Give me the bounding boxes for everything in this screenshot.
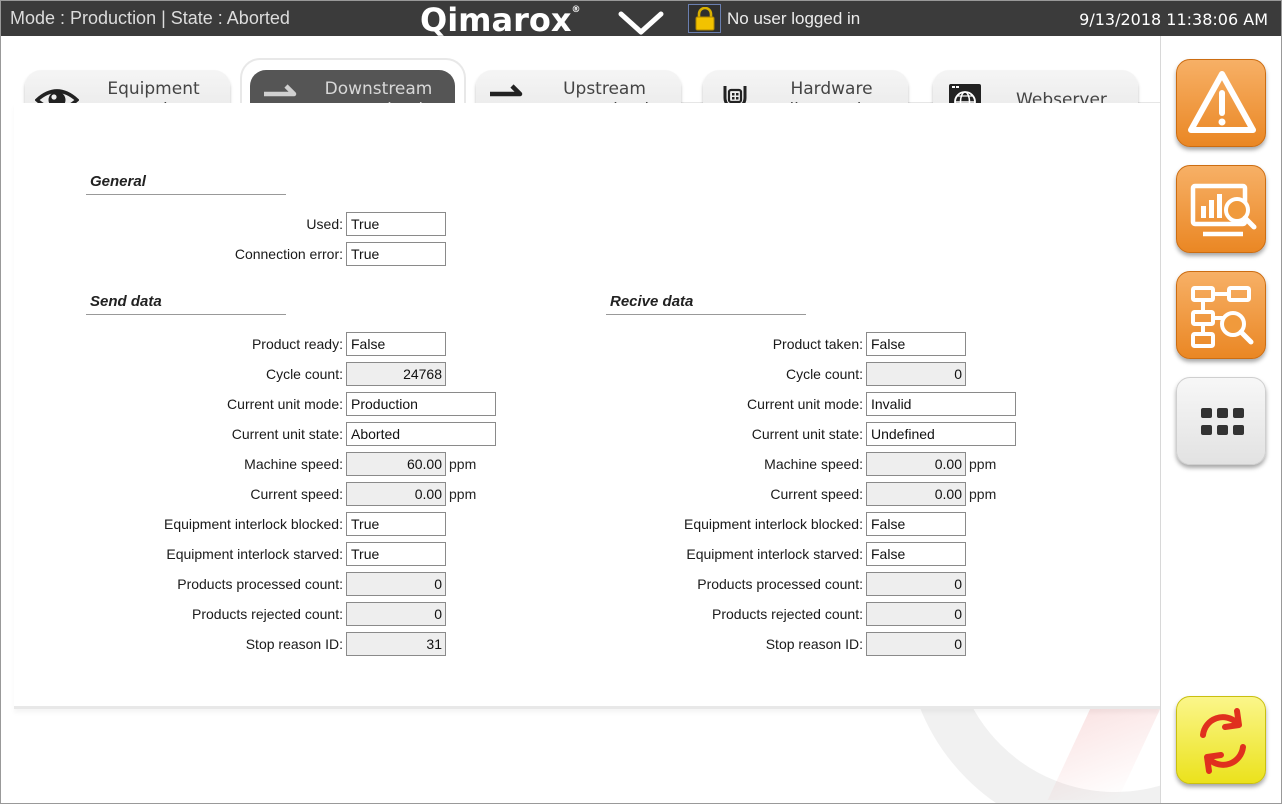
send-row: Current unit mode: (0, 392, 343, 416)
more-icon (1201, 408, 1244, 435)
receive-product-taken-field[interactable]: False (866, 332, 966, 356)
receive-interlock-starved-field[interactable]: False (866, 542, 966, 566)
field-label: Cycle count: (265, 366, 343, 382)
used-field[interactable]: True (346, 212, 446, 236)
warning-icon (1188, 71, 1256, 133)
field-label: Current speed: (250, 486, 343, 502)
field-label: Equipment interlock blocked: (684, 516, 863, 532)
send-row: Machine speed: (0, 452, 343, 476)
send-row: Current unit state: (0, 422, 343, 446)
send-row: Stop reason ID: (0, 632, 343, 656)
field-label: Current unit state: (751, 426, 863, 442)
send-current-speed-field[interactable]: 0.00 (346, 482, 446, 506)
receive-unit-mode-field[interactable]: Invalid (866, 392, 1016, 416)
send-row: Products processed count: (0, 572, 343, 596)
more-button[interactable] (1176, 377, 1266, 465)
receive-row: Current unit mode: (500, 392, 863, 416)
receive-row: Equipment interlock starved: (500, 542, 863, 566)
send-row: Equipment interlock blocked: (0, 512, 343, 536)
receive-row: Product taken: (500, 332, 863, 356)
field-label: Used: (306, 216, 343, 232)
receive-row: Current speed: (500, 482, 863, 506)
receive-row: Stop reason ID: (500, 632, 863, 656)
used-row: Used: (0, 212, 343, 236)
send-row: Products rejected count: (0, 602, 343, 626)
send-interlock-blocked-field[interactable]: True (346, 512, 446, 536)
unit-label: ppm (449, 456, 477, 472)
receive-row: Machine speed: (500, 452, 863, 476)
field-label: Product taken: (772, 336, 863, 352)
receive-cycle-count-field[interactable]: 0 (866, 362, 966, 386)
process-flow-button[interactable] (1176, 271, 1266, 359)
send-interlock-starved-field[interactable]: True (346, 542, 446, 566)
field-label: Equipment interlock starved: (166, 546, 343, 562)
monitoring-button[interactable] (1176, 165, 1266, 253)
receive-rejected-count-field[interactable]: 0 (866, 602, 966, 626)
flowchart-search-icon (1191, 286, 1254, 348)
receive-row: Products processed count: (500, 572, 863, 596)
field-label: Current speed: (770, 486, 863, 502)
section-general-title: General (86, 173, 286, 195)
field-label: Connection error: (234, 246, 343, 262)
send-row: Cycle count: (0, 362, 343, 386)
field-label: Products processed count: (177, 576, 343, 592)
send-unit-mode-field[interactable]: Production (346, 392, 496, 416)
receive-machine-speed-field[interactable]: 0.00 (866, 452, 966, 476)
field-label: Products rejected count: (712, 606, 863, 622)
send-rejected-count-field[interactable]: 0 (346, 602, 446, 626)
unit-label: ppm (449, 486, 477, 502)
field-label: Equipment interlock starved: (686, 546, 863, 562)
unit-label: ppm (969, 456, 997, 472)
receive-stop-reason-field[interactable]: 0 (866, 632, 966, 656)
send-machine-speed-field[interactable]: 60.00 (346, 452, 446, 476)
receive-unit-state-field[interactable]: Undefined (866, 422, 1016, 446)
field-label: Products processed count: (697, 576, 863, 592)
connection-error-field[interactable]: True (346, 242, 446, 266)
unit-label: ppm (969, 486, 997, 502)
field-label: Equipment interlock blocked: (164, 516, 343, 532)
field-label: Machine speed: (244, 456, 343, 472)
field-label: Current unit mode: (747, 396, 863, 412)
field-label: Products rejected count: (192, 606, 343, 622)
receive-row: Equipment interlock blocked: (500, 512, 863, 536)
send-row: Current speed: (0, 482, 343, 506)
receive-row: Current unit state: (500, 422, 863, 446)
field-label: Stop reason ID: (245, 636, 343, 652)
send-row: Equipment interlock starved: (0, 542, 343, 566)
receive-processed-count-field[interactable]: 0 (866, 572, 966, 596)
receive-interlock-blocked-field[interactable]: False (866, 512, 966, 536)
send-processed-count-field[interactable]: 0 (346, 572, 446, 596)
field-label: Current unit mode: (227, 396, 343, 412)
receive-current-speed-field[interactable]: 0.00 (866, 482, 966, 506)
receive-row: Products rejected count: (500, 602, 863, 626)
refresh-icon (1200, 708, 1246, 774)
receive-row: Cycle count: (500, 362, 863, 386)
alarms-button[interactable] (1176, 59, 1266, 147)
send-product-ready-field[interactable]: False (346, 332, 446, 356)
connection-error-row: Connection error: (0, 242, 343, 266)
section-receive-data-title: Recive data (606, 293, 806, 315)
field-label: Cycle count: (785, 366, 863, 382)
send-stop-reason-field[interactable]: 31 (346, 632, 446, 656)
send-cycle-count-field[interactable]: 24768 (346, 362, 446, 386)
refresh-button[interactable] (1176, 696, 1266, 784)
monitor-chart-icon (1190, 183, 1257, 237)
field-label: Product ready: (251, 336, 343, 352)
field-label: Machine speed: (764, 456, 863, 472)
send-unit-state-field[interactable]: Aborted (346, 422, 496, 446)
field-label: Current unit state: (231, 426, 343, 442)
section-send-data-title: Send data (86, 293, 286, 315)
field-label: Stop reason ID: (765, 636, 863, 652)
send-row: Product ready: (0, 332, 343, 356)
